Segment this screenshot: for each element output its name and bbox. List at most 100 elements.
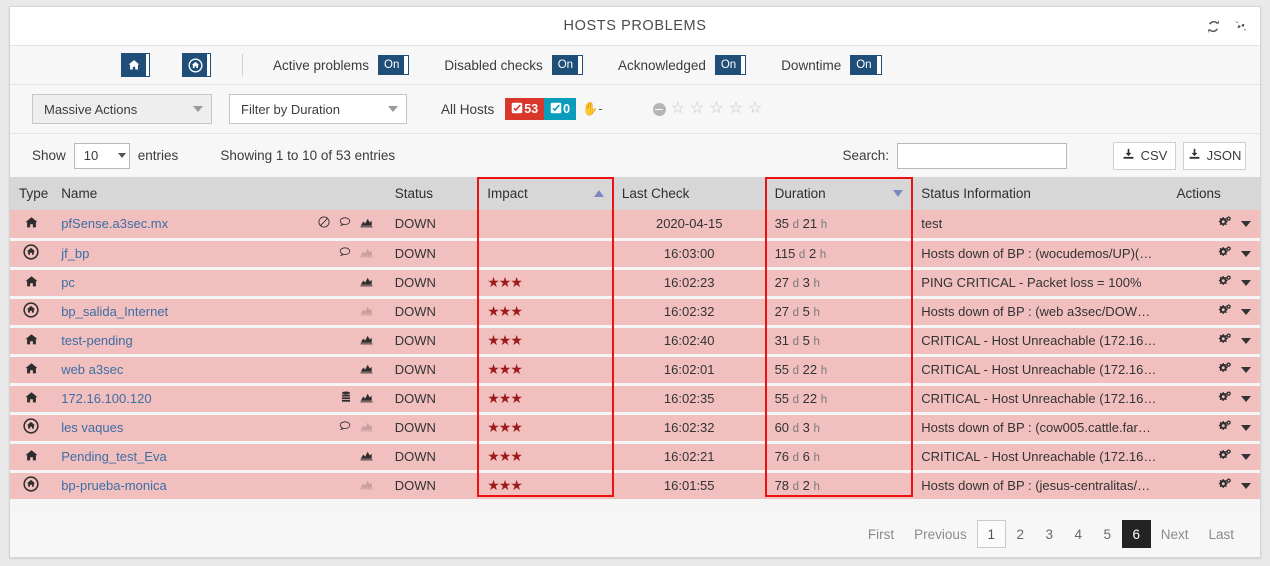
gear-icon[interactable] <box>1218 332 1232 349</box>
search-input[interactable] <box>897 142 1067 169</box>
chart-icon[interactable] <box>360 216 373 231</box>
pagination-page-6[interactable]: 6 <box>1121 520 1151 548</box>
host-name-link[interactable]: jf_bp <box>61 246 89 261</box>
gear-icon[interactable] <box>1218 361 1232 378</box>
col-header-name[interactable]: Name <box>52 177 386 210</box>
toggle-downtime[interactable]: Downtime On <box>781 56 881 74</box>
star-icon-4[interactable]: ☆ <box>729 101 743 117</box>
star-icon-1[interactable]: ☆ <box>671 101 685 117</box>
chart-icon[interactable] <box>360 333 373 348</box>
gear-icon[interactable] <box>1218 303 1232 320</box>
table-row[interactable]: bp_salida_Internet DOWN ★★★ 16:02:32 27 d 5 … <box>10 297 1260 328</box>
impact-stars: ★★★ <box>487 448 523 464</box>
col-header-duration[interactable]: Duration <box>765 177 913 210</box>
table-row[interactable]: jf_bp DOWN 16:03:00 115 d 2 h Hosts down of … <box>10 239 1260 270</box>
gear-icon[interactable] <box>1218 216 1232 232</box>
actions-dropdown-caret[interactable] <box>1241 482 1251 489</box>
table-row[interactable]: web a3sec DOWN ★★★ 16:02:01 55 d 22 h CRITICA… <box>10 355 1260 386</box>
col-header-last-check[interactable]: Last Check <box>612 177 766 210</box>
host-name-link[interactable]: test-pending <box>61 333 133 348</box>
actions-dropdown-caret[interactable] <box>1241 366 1251 373</box>
table-row[interactable]: bp-prueba-monica DOWN ★★★ 16:01:55 78 d 2 hH… <box>10 471 1260 502</box>
host-name-link[interactable]: web a3sec <box>61 362 123 377</box>
comment-icon[interactable] <box>339 246 351 261</box>
actions-dropdown-caret[interactable] <box>1241 220 1251 227</box>
export-csv-button[interactable]: CSV <box>1113 141 1176 170</box>
star-icon-2[interactable]: ☆ <box>690 101 704 117</box>
pagination-page-4[interactable]: 4 <box>1064 520 1093 548</box>
toggle-active-problems[interactable]: Active problems On <box>273 56 409 74</box>
table-row[interactable]: pfSense.a3sec.mx DOWN 2020-04-15 35 d 21 ht… <box>10 210 1260 241</box>
comment-icon[interactable] <box>339 216 351 231</box>
page-length-select[interactable]: 10 <box>73 142 130 169</box>
badge-down-count[interactable]: 53 <box>505 98 545 120</box>
home-icon <box>25 362 38 378</box>
massive-actions-select[interactable]: Massive Actions <box>32 94 212 124</box>
badge-ack-count[interactable]: 0 <box>544 98 577 120</box>
duration-filter-select[interactable]: Filter by Duration <box>229 94 407 124</box>
col-header-type[interactable]: Type <box>10 177 53 210</box>
table-row[interactable]: 172.16.100.120 DOWN ★★★ 16:02:35 55 d 22 h CR… <box>10 384 1260 415</box>
actions-dropdown-caret[interactable] <box>1241 453 1251 460</box>
host-name-link[interactable]: pc <box>61 275 75 290</box>
ban-icon[interactable] <box>318 216 330 231</box>
hosts-view-button[interactable] <box>122 54 149 76</box>
gear-icon[interactable] <box>1218 419 1232 436</box>
host-name-link[interactable]: Pending_test_Eva <box>61 449 167 464</box>
actions-dropdown-caret[interactable] <box>1241 279 1251 286</box>
gear-icon[interactable] <box>1218 477 1232 494</box>
host-name-link[interactable]: pfSense.a3sec.mx <box>61 216 168 231</box>
pagination-next[interactable]: Next <box>1151 520 1199 548</box>
comment-icon[interactable] <box>339 420 351 435</box>
actions-dropdown-caret[interactable] <box>1241 250 1251 257</box>
table-row[interactable]: Pending_test_Eva DOWN ★★★ 16:02:21 76 d 6 hC… <box>10 442 1260 473</box>
refresh-icon[interactable] <box>1206 19 1221 34</box>
actions-dropdown-caret[interactable] <box>1241 395 1251 402</box>
chart-icon[interactable] <box>360 362 373 377</box>
gear-icon[interactable] <box>1218 274 1232 291</box>
actions-dropdown-caret[interactable] <box>1241 424 1251 431</box>
pagination-last[interactable]: Last <box>1198 520 1244 548</box>
toggle-acknowledged[interactable]: Acknowledged On <box>618 56 746 74</box>
chart-icon[interactable] <box>360 391 373 406</box>
actions-dropdown-caret[interactable] <box>1241 308 1251 315</box>
gear-icon[interactable] <box>1218 245 1232 262</box>
col-header-status[interactable]: Status <box>385 177 479 210</box>
database-icon[interactable] <box>341 390 351 407</box>
host-name-link[interactable]: bp-prueba-monica <box>61 478 167 493</box>
toggle-switch[interactable]: On <box>851 56 881 74</box>
gear-icon[interactable] <box>1218 390 1232 407</box>
table-row[interactable]: test-pending DOWN ★★★ 16:02:40 31 d 5 h CRITI… <box>10 326 1260 357</box>
host-name-link[interactable]: 172.16.100.120 <box>61 391 151 406</box>
collapse-icon[interactable] <box>1234 19 1248 33</box>
pagination-previous[interactable]: Previous <box>904 520 977 548</box>
pagination-page-3[interactable]: 3 <box>1035 520 1064 548</box>
pagination-page-2[interactable]: 2 <box>1006 520 1035 548</box>
actions-dropdown-caret[interactable] <box>1241 337 1251 344</box>
host-name-link[interactable]: bp_salida_Internet <box>61 304 168 319</box>
row-status-icons <box>360 333 377 348</box>
toggle-switch[interactable]: On <box>552 56 583 74</box>
row-status-icons <box>360 275 377 290</box>
host-name-link[interactable]: les vaques <box>61 420 123 435</box>
toggle-switch[interactable]: On <box>715 56 746 74</box>
toggle-switch[interactable]: On <box>379 56 409 74</box>
star-icon-3[interactable]: ☆ <box>709 101 723 117</box>
chart-icon[interactable] <box>360 275 373 290</box>
cell-type <box>10 326 53 357</box>
chart-icon[interactable] <box>360 449 373 464</box>
minus-circle-icon[interactable] <box>652 102 666 116</box>
toggle-disabled-checks[interactable]: Disabled checks On <box>444 56 583 74</box>
star-icon-5[interactable]: ☆ <box>748 101 762 117</box>
business-process-view-button[interactable] <box>183 54 210 76</box>
export-json-button[interactable]: JSON <box>1183 141 1246 170</box>
pagination-first[interactable]: First <box>858 520 904 548</box>
pagination-page-5[interactable]: 5 <box>1093 520 1122 548</box>
table-row[interactable]: pc DOWN ★★★ 16:02:23 27 d 3 h PING CRITICAL -… <box>10 268 1260 299</box>
pagination-page-1[interactable]: 1 <box>976 520 1006 548</box>
table-row[interactable]: les vaques DOWN ★★★ 16:02:32 60 d 3 h Hosts d… <box>10 413 1260 444</box>
col-header-status-information[interactable]: Status Information <box>912 177 1168 210</box>
col-header-impact[interactable]: Impact <box>478 177 613 210</box>
search-label: Search: <box>842 148 889 163</box>
gear-icon[interactable] <box>1218 448 1232 465</box>
